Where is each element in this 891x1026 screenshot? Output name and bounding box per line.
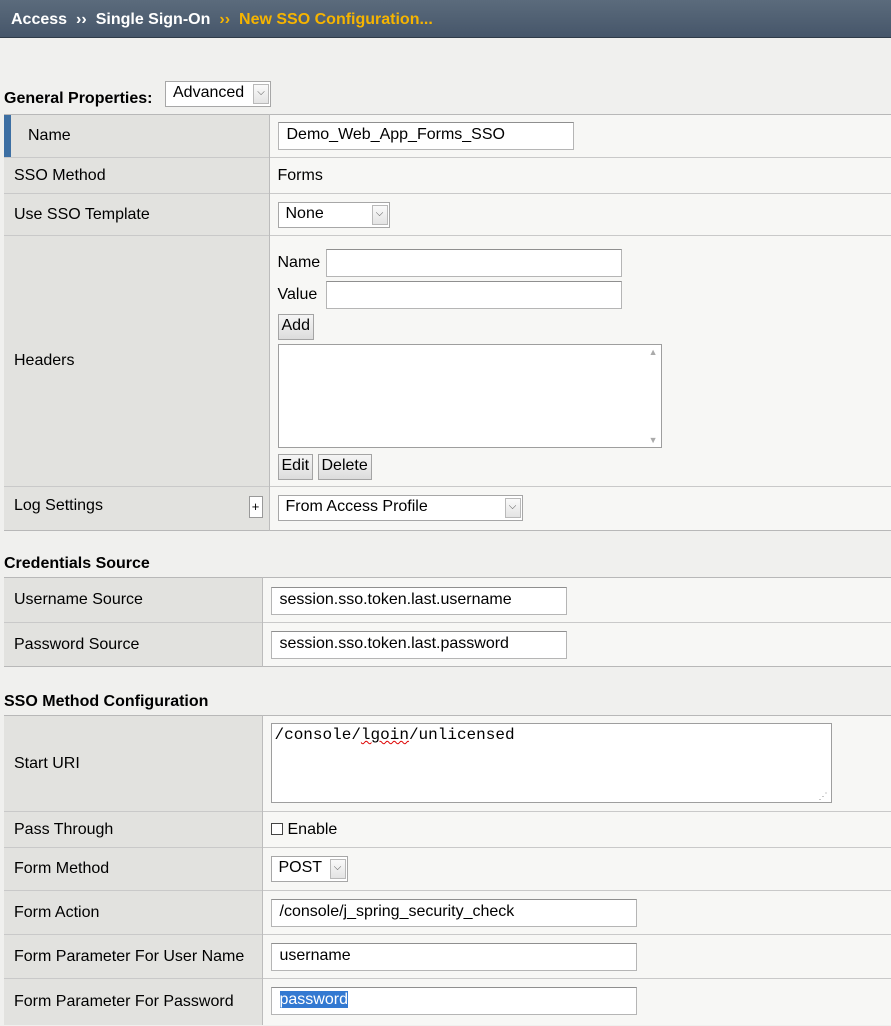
credentials-table: Username Source session.sso.token.last.u…	[4, 577, 891, 667]
chevron-down-icon: ⌵	[329, 859, 346, 879]
form-method-value: POST	[278, 859, 323, 876]
log-settings-value: From Access Profile	[285, 498, 428, 515]
row-accent-bar	[4, 115, 11, 157]
form-action-label: Form Action	[4, 890, 263, 935]
param-user-input[interactable]: username	[270, 943, 637, 971]
username-source-input[interactable]: session.sso.token.last.username	[270, 587, 567, 615]
sso-method-configuration-title: SSO Method Configuration	[4, 693, 209, 710]
param-user-label: Form Parameter For User Name	[4, 934, 263, 979]
breadcrumb: Access ›› Single Sign-On ›› New SSO Configur…	[0, 0, 891, 38]
form-method-select[interactable]: POST ⌵	[270, 856, 348, 882]
chevron-down-icon: ⌵	[371, 205, 388, 225]
scroll-up-icon[interactable]: ▲	[649, 347, 658, 357]
edit-header-button[interactable]: Edit	[277, 454, 314, 480]
chevron-down-icon: ⌵	[253, 84, 269, 104]
header-value-label: Value	[277, 286, 318, 303]
form-action-input[interactable]: /console/j_spring_security_check	[270, 899, 637, 927]
header-name-label: Name	[277, 254, 321, 271]
name-label: Name	[28, 127, 71, 144]
breadcrumb-current: New SSO Configuration...	[239, 11, 433, 28]
scroll-down-icon[interactable]: ▼	[649, 435, 658, 445]
chevron-down-icon: ⌵	[504, 498, 521, 518]
credentials-source-title: Credentials Source	[4, 555, 150, 572]
start-uri-label: Start URI	[4, 715, 263, 812]
method-config-table: Start URI /console/lgoin/unlicensed ⋰ Pa…	[4, 715, 891, 1025]
name-row-label: Name	[4, 114, 270, 158]
general-properties-table: Name Demo_Web_App_Forms_SSO SSO Method F…	[4, 114, 891, 531]
header-value-input[interactable]	[325, 281, 622, 309]
username-source-label: Username Source	[4, 577, 263, 623]
param-pass-label: Form Parameter For Password	[4, 978, 263, 1025]
sso-method-value: Forms	[269, 157, 891, 194]
headers-label: Headers	[4, 235, 270, 487]
add-header-button[interactable]: Add	[277, 314, 314, 340]
form-method-label: Form Method	[4, 847, 263, 891]
header-name-input[interactable]	[325, 249, 622, 277]
name-input[interactable]: Demo_Web_App_Forms_SSO	[277, 122, 574, 150]
breadcrumb-separator: ››	[219, 11, 231, 28]
delete-header-button[interactable]: Delete	[317, 454, 372, 480]
breadcrumb-separator: ››	[76, 11, 87, 28]
password-source-input[interactable]: session.sso.token.last.password	[270, 631, 567, 659]
log-settings-label: Log Settings	[14, 496, 103, 514]
start-uri-textarea[interactable]: /console/lgoin/unlicensed ⋰	[270, 723, 832, 803]
param-pass-input[interactable]: password	[270, 987, 637, 1015]
template-label: Use SSO Template	[4, 193, 270, 236]
properties-mode-select[interactable]: Advanced ⌵	[165, 81, 271, 107]
resize-grip-icon[interactable]: ⋰	[819, 792, 828, 802]
breadcrumb-access[interactable]: Access	[11, 11, 67, 28]
properties-mode-value: Advanced	[173, 84, 245, 101]
template-select[interactable]: None ⌵	[277, 202, 390, 228]
general-properties-title: General Properties:	[4, 90, 153, 107]
pass-through-option-label: Enable	[287, 820, 338, 838]
start-uri-text-prefix: /console/	[274, 726, 361, 744]
sso-method-label: SSO Method	[4, 157, 270, 194]
breadcrumb-single-sign-on[interactable]: Single Sign-On	[96, 11, 211, 28]
start-uri-text-suffix: /unlicensed	[408, 726, 515, 744]
expand-log-settings-button[interactable]: +	[248, 496, 263, 518]
pass-through-label: Pass Through	[4, 811, 263, 848]
headers-list[interactable]: ▲ ▼	[277, 344, 662, 448]
log-settings-select[interactable]: From Access Profile ⌵	[277, 495, 523, 521]
pass-through-checkbox[interactable]	[270, 822, 283, 835]
password-source-label: Password Source	[4, 622, 263, 667]
log-settings-row: Log Settings +	[4, 486, 270, 531]
start-uri-misspelled-word: lgoin	[360, 726, 409, 744]
template-value: None	[285, 205, 324, 222]
param-pass-selected-text: password	[279, 991, 348, 1008]
